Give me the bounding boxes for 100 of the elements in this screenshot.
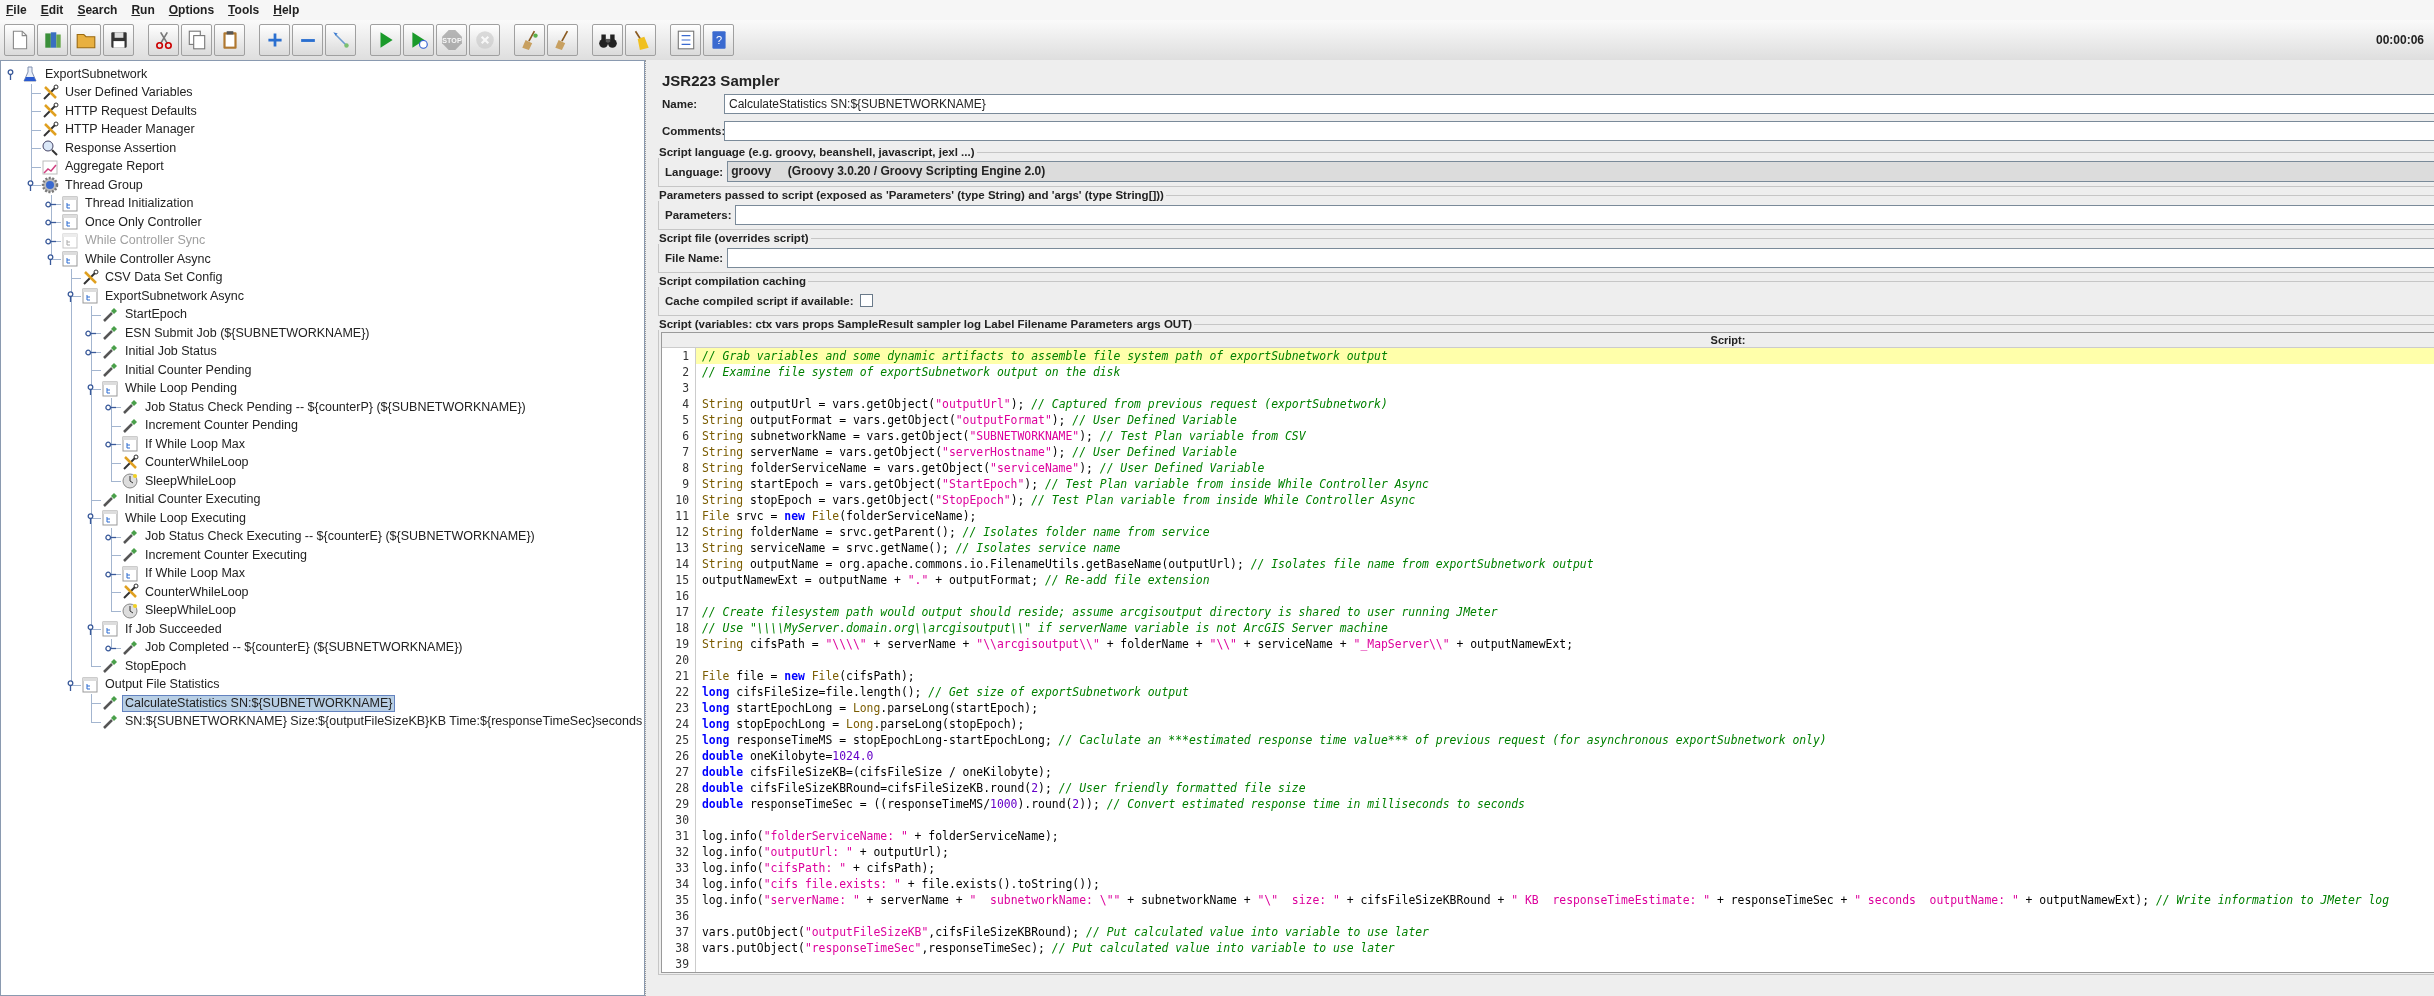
function-helper-button[interactable] bbox=[670, 24, 701, 56]
language-dropdown[interactable]: groovy (Groovy 3.0.20 / Groovy Scripting Engine 2.0) bbox=[727, 161, 2434, 182]
tree-item[interactable]: If While Loop Max bbox=[142, 435, 249, 453]
collapse-button[interactable] bbox=[292, 24, 323, 56]
tree-item[interactable]: While Loop Executing bbox=[122, 509, 249, 527]
tree-item[interactable]: HTTP Request Defaults bbox=[62, 102, 200, 120]
line-number: 28 bbox=[662, 780, 696, 796]
line-number: 11 bbox=[662, 508, 696, 524]
tree-toggle-icon[interactable] bbox=[45, 254, 56, 265]
tree-item[interactable]: Increment Counter Executing bbox=[142, 546, 310, 564]
tree-toggle-icon[interactable] bbox=[105, 402, 116, 413]
start-no-pauses-button[interactable] bbox=[403, 24, 434, 56]
window-icon bbox=[101, 379, 119, 398]
code-line: double oneKilobyte=1024.0 bbox=[701, 748, 875, 764]
tree-item[interactable]: User Defined Variables bbox=[62, 84, 196, 102]
tree-item[interactable]: While Controller Async bbox=[82, 250, 214, 268]
open-button[interactable] bbox=[70, 24, 101, 56]
tree-item[interactable]: Job Completed -- ${counterE} (${SUBNETWORKNAME}) bbox=[142, 639, 466, 657]
cache-checkbox[interactable] bbox=[859, 294, 873, 307]
line-number: 21 bbox=[662, 668, 696, 684]
section-title: Script compilation caching bbox=[658, 275, 807, 287]
tree-item[interactable]: CounterWhileLoop bbox=[142, 583, 252, 601]
tree-item[interactable]: CalculateStatistics SN:${SUBNETWORKNAME} bbox=[122, 694, 396, 712]
paste-button[interactable] bbox=[214, 24, 245, 56]
tree-toggle-icon[interactable] bbox=[65, 291, 76, 302]
tree-toggle-icon[interactable] bbox=[5, 69, 16, 80]
menu-item[interactable]: Tools bbox=[228, 3, 260, 17]
code-line: log.info("serverName: " + serverName + " subnetworkName: \"" + subnetworkName + "\" size: " + cifsFileSizeKBRound + " KB responseTimeEstimate: " + responseTimeSec + " seconds outputName: " + outputNamewExt); // Write information to JMeter log bbox=[701, 892, 2391, 908]
tree-item[interactable]: If Job Succeeded bbox=[122, 620, 225, 638]
tree-item[interactable]: CSV Data Set Config bbox=[102, 269, 226, 287]
tree-item[interactable]: Job Status Check Executing -- ${counterE} (${SUBNETWORKNAME}) bbox=[142, 528, 538, 546]
tree-item[interactable]: SleepWhileLoop bbox=[142, 472, 240, 490]
comments-field[interactable] bbox=[724, 120, 2434, 141]
tree-toggle-icon[interactable] bbox=[85, 624, 96, 635]
start-button[interactable] bbox=[370, 24, 401, 56]
tree-item[interactable]: HTTP Header Manager bbox=[62, 121, 198, 139]
line-number: 2 bbox=[662, 364, 696, 380]
clear-button[interactable] bbox=[514, 24, 545, 56]
code-editor[interactable] bbox=[661, 332, 2434, 973]
tree-item[interactable]: Output File Statistics bbox=[102, 676, 223, 694]
tree-item[interactable]: Response Assertion bbox=[62, 139, 180, 157]
tree-item[interactable]: Once Only Controller bbox=[82, 213, 205, 231]
line-number: 35 bbox=[662, 892, 696, 908]
tree-toggle-icon[interactable] bbox=[85, 383, 96, 395]
tree-item[interactable]: Initial Job Status bbox=[122, 343, 220, 361]
tree-item[interactable]: StopEpoch bbox=[122, 657, 190, 675]
cut-button[interactable] bbox=[148, 24, 179, 56]
gear-icon bbox=[41, 176, 59, 195]
menu-item[interactable]: Options bbox=[168, 3, 215, 17]
line-number: 10 bbox=[662, 492, 696, 508]
tree-item[interactable]: Initial Counter Pending bbox=[122, 361, 255, 379]
code-line: long responseTimeMS = stopEpochLong-startEpochLong; // Caclulate an ***estimated response time value*** of previous request (for asynchronous exportSubnetwork only) bbox=[701, 732, 1828, 748]
new-button[interactable] bbox=[4, 24, 35, 56]
line-number: 39 bbox=[662, 956, 696, 972]
expand-button[interactable] bbox=[259, 24, 290, 56]
line-number: 27 bbox=[662, 764, 696, 780]
tree-item[interactable]: Aggregate Report bbox=[62, 158, 167, 176]
tree-item[interactable]: ExportSubnetwork Async bbox=[102, 287, 247, 305]
menu-item[interactable]: Run bbox=[131, 3, 155, 17]
panel-title: JSR223 Sampler bbox=[661, 71, 781, 90]
menu-item[interactable]: Help bbox=[273, 3, 300, 17]
tree-toggle-icon[interactable] bbox=[65, 679, 76, 691]
templates-button[interactable] bbox=[37, 24, 68, 56]
tree-toggle-icon[interactable] bbox=[105, 439, 116, 450]
parameters-field[interactable] bbox=[735, 204, 2434, 225]
clear-all-button[interactable] bbox=[547, 24, 578, 56]
tree-item[interactable]: Thread Group bbox=[62, 176, 146, 194]
tree-item[interactable]: CounterWhileLoop bbox=[142, 454, 252, 472]
tree-toggle-icon[interactable] bbox=[85, 328, 96, 339]
field-label: Name: bbox=[662, 97, 699, 110]
chart-icon bbox=[41, 157, 59, 176]
tree-item[interactable]: Increment Counter Pending bbox=[142, 417, 301, 435]
tree-item[interactable]: Initial Counter Executing bbox=[122, 491, 264, 509]
line-number: 16 bbox=[662, 588, 696, 604]
line-number: 32 bbox=[662, 844, 696, 860]
menu-item[interactable]: Search bbox=[77, 3, 118, 17]
line-number: 4 bbox=[662, 396, 696, 412]
tree-item[interactable]: SN:${SUBNETWORKNAME} Size:${outputFileSizeKB}KB Time:${responseTimeSec}seconds bbox=[122, 713, 644, 731]
tree-item[interactable]: Thread Initialization bbox=[82, 195, 197, 213]
code-line: String outputFormat = vars.getObject("outputFormat"); // User Defined Variable bbox=[701, 412, 1238, 428]
tree-item[interactable]: ExportSubnetwork bbox=[42, 65, 151, 83]
tree-item[interactable]: ESN Submit Job (${SUBNETWORKNAME}) bbox=[122, 324, 373, 342]
name-field[interactable]: CalculateStatistics SN:${SUBNETWORKNAME} bbox=[724, 93, 2434, 114]
tree-item[interactable]: If While Loop Max bbox=[142, 565, 249, 583]
menu-item[interactable]: Edit bbox=[40, 3, 64, 17]
toggle-button[interactable] bbox=[325, 24, 356, 56]
search-button[interactable] bbox=[592, 24, 623, 56]
line-number: 37 bbox=[662, 924, 696, 940]
file-name-field[interactable] bbox=[727, 247, 2434, 268]
tree-item[interactable]: Job Status Check Pending -- ${counterP} (${SUBNETWORKNAME}) bbox=[142, 398, 529, 416]
window-icon bbox=[121, 435, 139, 454]
save-button[interactable] bbox=[103, 24, 134, 56]
tree-toggle-icon[interactable] bbox=[45, 217, 56, 228]
tree-toggle-icon[interactable] bbox=[85, 513, 96, 524]
menu-item[interactable]: File bbox=[6, 3, 27, 17]
tree-item[interactable]: While Loop Pending bbox=[122, 380, 240, 398]
tree-toggle-icon[interactable] bbox=[25, 180, 36, 191]
copy-button[interactable] bbox=[181, 24, 212, 56]
tree-item[interactable]: StartEpoch bbox=[122, 306, 190, 324]
tree-item[interactable]: SleepWhileLoop bbox=[142, 602, 240, 620]
